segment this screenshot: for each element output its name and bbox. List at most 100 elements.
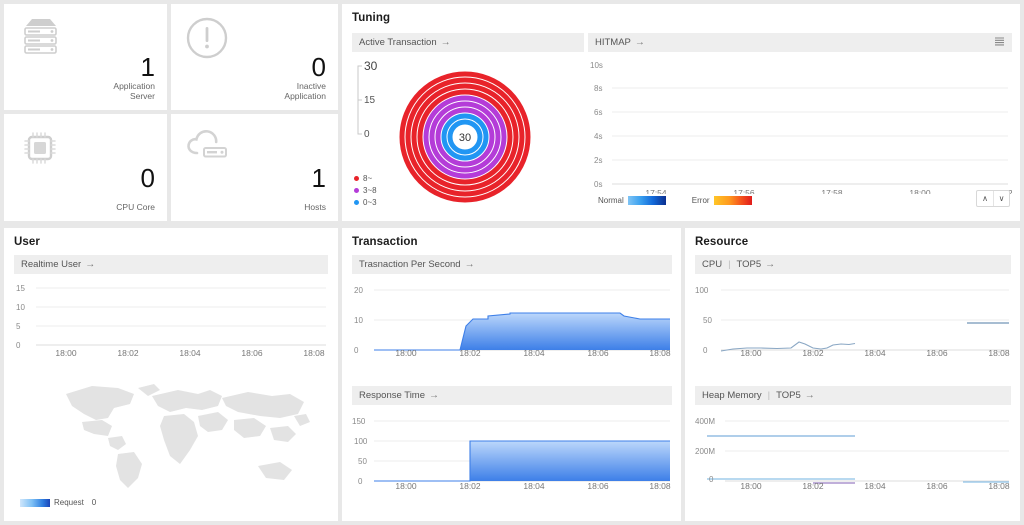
svg-text:18:06: 18:06 — [587, 348, 609, 356]
svg-text:2s: 2s — [594, 156, 602, 165]
svg-text:15: 15 — [364, 95, 376, 106]
active-transaction-label: Active Transaction — [359, 37, 437, 48]
svg-text:0s: 0s — [594, 180, 602, 189]
svg-text:50: 50 — [703, 316, 712, 325]
stat-card-label: CPU Core — [116, 202, 155, 213]
error-gradient-swatch — [713, 196, 752, 205]
heap-top-label: TOP5 — [776, 390, 801, 401]
svg-text:18:08: 18:08 — [988, 481, 1010, 489]
svg-text:18:02: 18:02 — [802, 348, 824, 356]
svg-text:18:08: 18:08 — [988, 348, 1010, 356]
request-value: 0 — [91, 498, 97, 507]
arrow-right-icon: → — [634, 36, 645, 48]
svg-text:8s: 8s — [594, 84, 602, 93]
realtime-user-header[interactable]: Realtime User → — [14, 255, 328, 274]
cpu-label: CPU — [702, 259, 723, 270]
normal-gradient-swatch — [627, 196, 666, 205]
active-transaction-header[interactable]: Active Transaction → — [352, 33, 584, 52]
resource-title: Resource — [695, 236, 749, 248]
user-title: User — [14, 236, 40, 248]
svg-text:18:02: 18:02 — [802, 481, 824, 489]
resource-panel: Resource CPU | TOP5 → 100 50 0 18:00 18:… — [685, 228, 1020, 521]
svg-text:10s: 10s — [590, 61, 603, 70]
heap-memory-label: Heap Memory — [702, 390, 762, 401]
stat-card-label: Hosts — [304, 202, 326, 213]
svg-text:18:00: 18:00 — [909, 188, 931, 194]
tuning-panel: Tuning Active Transaction → 30 15 0 30 8… — [342, 4, 1020, 221]
legend-label: 3~8 — [363, 186, 377, 195]
hitmap-chart: 10s 8s 6s 4s 2s 0s 17:54 17:56 17:58 18:… — [590, 61, 1012, 194]
chevron-up-icon[interactable]: ∧ — [977, 191, 993, 206]
svg-text:18:04: 18:04 — [523, 348, 545, 356]
svg-text:18:08: 18:08 — [649, 348, 671, 356]
transaction-title: Transaction — [352, 236, 418, 248]
cloud-host-icon — [185, 126, 233, 173]
stat-card-value: 1 — [140, 52, 155, 82]
svg-text:18:06: 18:06 — [926, 481, 948, 489]
svg-text:4s: 4s — [594, 132, 602, 141]
world-map — [66, 384, 310, 488]
list-menu-icon[interactable] — [994, 36, 1005, 50]
hitmap-legend: Normal Error — [598, 196, 752, 205]
legend-label: 0~3 — [363, 198, 377, 207]
tps-chart: 20 10 0 18:00 18:02 18:04 18:06 18:08 — [354, 286, 671, 356]
svg-text:200M: 200M — [695, 447, 715, 456]
svg-text:0: 0 — [354, 346, 359, 355]
stat-card-cpu-core[interactable]: 0 CPU Core — [4, 114, 167, 221]
svg-text:15: 15 — [16, 284, 25, 293]
chevron-down-icon[interactable]: ∨ — [993, 191, 1009, 206]
tps-header[interactable]: Trasnaction Per Second → — [352, 255, 672, 274]
svg-text:0: 0 — [358, 477, 363, 486]
svg-text:18:04: 18:04 — [523, 481, 545, 489]
svg-text:0: 0 — [703, 346, 708, 355]
alert-circle-icon — [185, 16, 229, 65]
stat-card-application-server[interactable]: 1 Application Server — [4, 4, 167, 110]
arrow-right-icon: → — [440, 36, 451, 48]
svg-text:18:00: 18:00 — [395, 481, 417, 489]
request-gradient-swatch — [20, 498, 50, 507]
hitmap-nav-buttons[interactable]: ∧ ∨ — [976, 190, 1010, 207]
hitmap-header[interactable]: HITMAP → — [588, 33, 1012, 52]
heap-memory-chart: 400M 200M 0 18:00 18:02 18:04 18:06 18:0… — [695, 417, 1010, 489]
svg-text:100: 100 — [354, 437, 368, 446]
response-time-chart: 150 100 50 0 18:00 18:02 18:04 18:06 18:… — [352, 417, 671, 489]
svg-text:400M: 400M — [695, 417, 715, 426]
svg-text:18:06: 18:06 — [587, 481, 609, 489]
active-transaction-legend: 8~ 3~8 0~3 — [354, 174, 377, 207]
svg-text:18:08: 18:08 — [303, 348, 325, 356]
svg-text:5: 5 — [16, 322, 21, 331]
stat-card-hosts[interactable]: 1 Hosts — [171, 114, 338, 221]
tuning-title: Tuning — [352, 12, 391, 24]
legend-item-normal: Normal — [598, 196, 666, 205]
stat-card-label: Inactive Application — [284, 80, 326, 102]
svg-text:18:04: 18:04 — [864, 348, 886, 356]
svg-text:0: 0 — [16, 341, 21, 350]
heap-memory-header[interactable]: Heap Memory | TOP5 → — [695, 386, 1011, 405]
svg-text:18:02: 18:02 — [459, 481, 481, 489]
svg-text:100: 100 — [695, 286, 709, 295]
svg-text:17:56: 17:56 — [733, 188, 755, 194]
svg-text:18:00: 18:00 — [740, 481, 762, 489]
active-transaction-chart: 30 15 0 30 — [357, 59, 531, 203]
svg-text:10: 10 — [16, 303, 25, 312]
cpu-chart: 100 50 0 18:00 18:02 18:04 18:06 18:08 — [695, 286, 1010, 356]
arrow-right-icon: → — [429, 389, 440, 401]
realtime-user-chart: 15 10 5 0 18:00 18:02 18:04 18:06 18:08 — [16, 284, 326, 356]
stat-card-label: Application Server — [113, 80, 155, 102]
stat-card-value: 0 — [311, 52, 326, 82]
svg-text:18:04: 18:04 — [179, 348, 201, 356]
legend-dot-icon — [354, 188, 359, 193]
legend-dot-icon — [354, 176, 359, 181]
svg-text:17:58: 17:58 — [821, 188, 843, 194]
transaction-panel: Transaction Trasnaction Per Second → 20 — [342, 228, 681, 521]
svg-text:18:08: 18:08 — [649, 481, 671, 489]
response-time-header[interactable]: Response Time → — [352, 386, 672, 405]
stat-card-inactive-application[interactable]: 0 Inactive Application — [171, 4, 338, 110]
request-legend: Request 0 — [20, 498, 96, 507]
svg-text:30: 30 — [364, 59, 378, 73]
legend-item: 0~3 — [354, 198, 377, 207]
legend-dot-icon — [354, 200, 359, 205]
stat-card-value: 1 — [311, 163, 326, 193]
cpu-header[interactable]: CPU | TOP5 → — [695, 255, 1011, 274]
svg-text:150: 150 — [352, 417, 366, 426]
